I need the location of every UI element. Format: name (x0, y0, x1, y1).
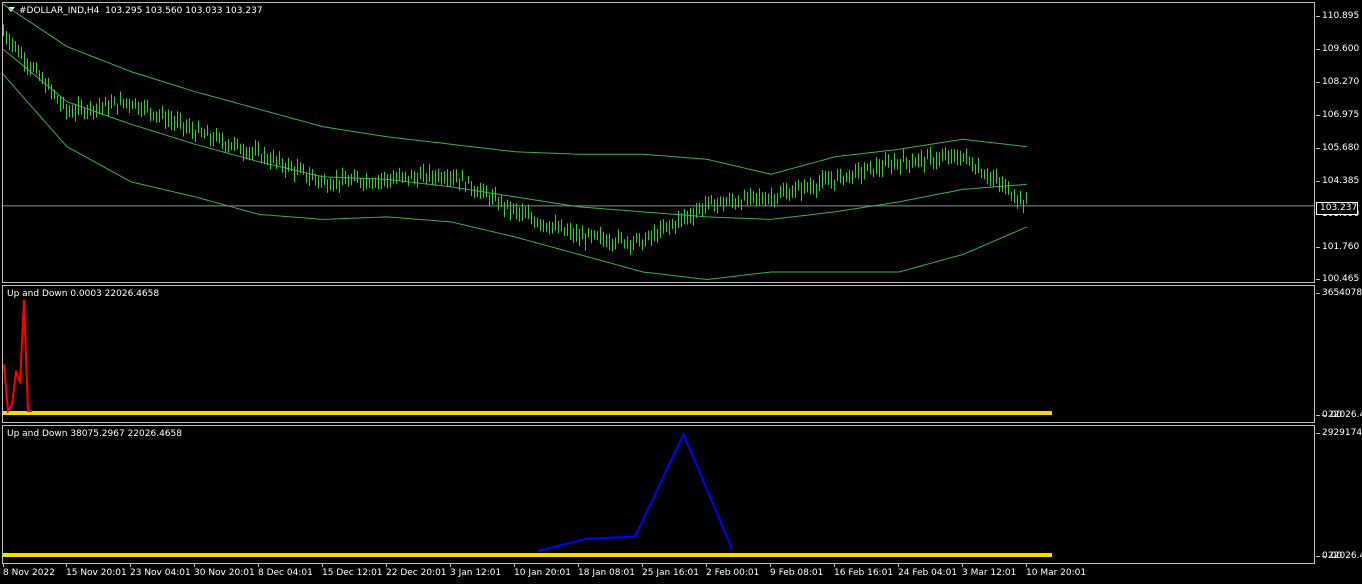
time-tick: 22 Dec 20:01 (386, 564, 447, 578)
price-tick: 108.270 (1315, 77, 1360, 87)
time-tick: 15 Nov 20:01 (66, 564, 127, 578)
price-tick: 104.385 (1315, 176, 1360, 186)
envelope-band-line (2, 3, 1028, 175)
time-tick: 25 Jan 16:01 (642, 564, 699, 578)
indicator1-tick: 22026.47 (1322, 410, 1362, 420)
indicator2-tick: 22026.47 (1322, 551, 1362, 561)
time-tick: 8 Nov 2022 (3, 564, 55, 578)
time-tick: 10 Mar 20:01 (1026, 564, 1087, 578)
time-tick: 16 Feb 16:01 (834, 564, 894, 578)
time-tick: 3 Mar 12:01 (962, 564, 1017, 578)
price-tick: 109.600 (1315, 44, 1360, 54)
envelope-band-line (2, 48, 1028, 220)
time-tick: 2 Feb 00:01 (706, 564, 760, 578)
time-tick: 15 Dec 12:01 (322, 564, 383, 578)
indicator1-line (3, 299, 32, 414)
current-price-tag: 103.237 (1316, 202, 1358, 215)
indicator1-tick: 3654078.8 (1316, 288, 1362, 298)
indicator1-axis: 3654078.8 0.00 22026.47 (1315, 285, 1362, 425)
time-tick: 23 Nov 04:01 (130, 564, 191, 578)
price-tick: 106.975 (1315, 110, 1360, 120)
time-tick: 9 Feb 08:01 (770, 564, 824, 578)
indicator2-axis: 29291746. 0.00 22026.47 (1315, 425, 1362, 565)
time-tick: 3 Jan 12:01 (450, 564, 502, 578)
time-axis[interactable]: 8 Nov 2022 15 Nov 20:01 23 Nov 04:01 30 … (0, 564, 1316, 584)
time-tick: 18 Jan 08:01 (578, 564, 635, 578)
price-tick: 105.680 (1315, 143, 1360, 153)
time-tick: 24 Feb 04:01 (898, 564, 958, 578)
indicator2-line (537, 431, 733, 552)
time-tick: 8 Dec 04:01 (258, 564, 313, 578)
price-tick: 101.760 (1315, 242, 1360, 252)
price-tick: 100.465 (1315, 274, 1360, 284)
price-axis[interactable]: 110.895 109.600 108.270 106.975 105.680 … (1315, 0, 1362, 285)
chart-canvas (2, 3, 1315, 557)
price-tick: 110.895 (1315, 11, 1360, 21)
time-tick: 10 Jan 20:01 (514, 564, 571, 578)
time-tick: 30 Nov 20:01 (194, 564, 255, 578)
indicator2-tick: 29291746. (1316, 428, 1362, 438)
